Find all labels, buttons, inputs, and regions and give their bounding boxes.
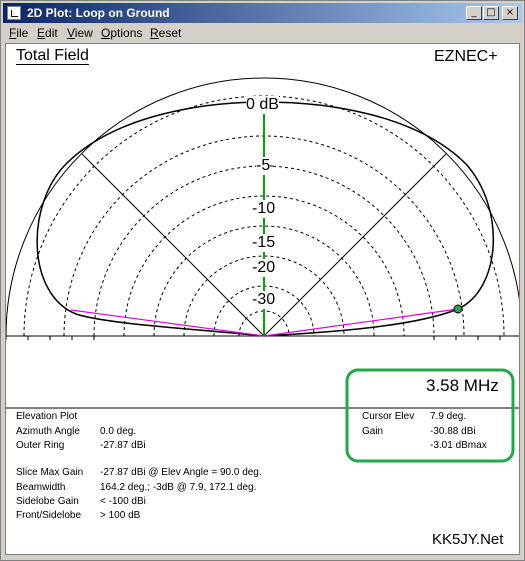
outer-tick-marks bbox=[6, 336, 501, 340]
ring-label-minus30: -30 bbox=[252, 291, 276, 309]
ring-label-minus5: -5 bbox=[256, 157, 271, 175]
menu-file[interactable]: File bbox=[9, 26, 28, 40]
app-icon[interactable] bbox=[7, 6, 21, 20]
close-button[interactable]: × bbox=[502, 6, 518, 20]
plot-canvas[interactable]: Total Field EZNEC+ 0 dB -5 -10 -15 -20 -… bbox=[5, 43, 520, 555]
info-beamwidth-label: Beamwidth bbox=[16, 482, 66, 493]
menu-view[interactable]: View bbox=[67, 26, 93, 40]
info-outer-ring-value: -27.87 dBi bbox=[100, 440, 146, 451]
maximize-button[interactable]: □ bbox=[483, 6, 499, 20]
ring-label-0db: 0 dB bbox=[246, 96, 279, 114]
minimize-button[interactable]: _ bbox=[466, 6, 482, 20]
menu-bar: File Edit View Options Reset bbox=[3, 24, 522, 42]
window-title: 2D Plot: Loop on Ground bbox=[27, 6, 170, 20]
title-bar[interactable]: 2D Plot: Loop on Ground _ □ × bbox=[3, 3, 522, 23]
watermark-label: KK5JY.Net bbox=[432, 531, 504, 548]
info-sidelobe-label: Sidelobe Gain bbox=[16, 496, 79, 507]
gain-label: Gain bbox=[362, 426, 384, 437]
diagonal-left bbox=[81, 153, 265, 337]
diagonal-right bbox=[263, 153, 447, 337]
cursor-line-right bbox=[263, 308, 459, 337]
info-azimuth-label: Azimuth Angle bbox=[16, 426, 80, 437]
info-elevation-plot: Elevation Plot bbox=[16, 411, 78, 422]
cursor-line-left bbox=[70, 309, 265, 337]
ring-label-minus10: -10 bbox=[252, 200, 276, 218]
info-slice-max-value: -27.87 dBi @ Elev Angle = 90.0 deg. bbox=[100, 467, 262, 478]
gain-value-dbmax: -3.01 dBmax bbox=[430, 440, 487, 451]
info-sidelobe-value: < -100 dBi bbox=[100, 496, 146, 507]
ring-label-minus20: -20 bbox=[252, 259, 276, 277]
menu-reset[interactable]: Reset bbox=[150, 26, 181, 40]
info-beamwidth-value: 164.2 deg.; -3dB @ 7.9, 172.1 deg. bbox=[100, 482, 257, 493]
gain-value-dbi: -30.88 dBi bbox=[430, 426, 476, 437]
menu-edit[interactable]: Edit bbox=[37, 26, 58, 40]
info-front-sidelobe-value: > 100 dB bbox=[100, 510, 141, 521]
info-outer-ring-label: Outer Ring bbox=[16, 440, 65, 451]
info-slice-max-label: Slice Max Gain bbox=[16, 467, 84, 478]
plot-window: 2D Plot: Loop on Ground _ □ × File Edit … bbox=[0, 0, 525, 561]
ring-label-minus15: -15 bbox=[252, 234, 276, 252]
cursor-marker[interactable] bbox=[453, 304, 463, 314]
info-azimuth-value: 0.0 deg. bbox=[100, 426, 137, 437]
cursor-elev-value: 7.9 deg. bbox=[430, 411, 467, 422]
cursor-elev-label: Cursor Elev bbox=[362, 411, 415, 422]
menu-options[interactable]: Options bbox=[101, 26, 142, 40]
frequency-label: 3.58 MHz bbox=[426, 376, 499, 395]
info-front-sidelobe-label: Front/Sidelobe bbox=[16, 510, 82, 521]
